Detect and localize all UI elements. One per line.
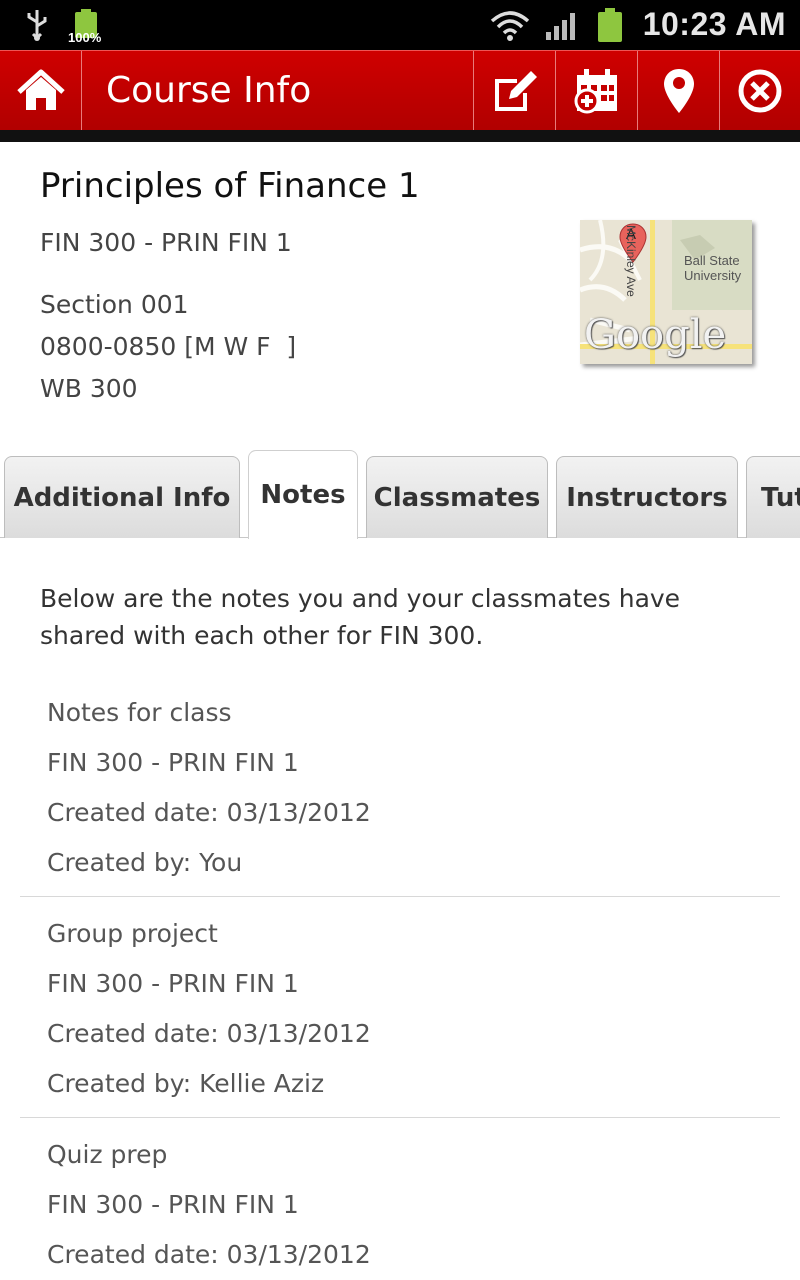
note-title: Group project (47, 919, 218, 948)
add-to-calendar-button[interactable] (556, 51, 637, 131)
map-street-label: McKinley Ave (624, 225, 638, 297)
home-button[interactable] (0, 51, 81, 131)
tab-additional-info[interactable]: Additional Info (4, 456, 240, 538)
notes-intro: Below are the notes you and your classma… (40, 584, 681, 650)
home-icon (16, 69, 65, 110)
add-calendar-icon (574, 69, 617, 114)
tab-tutors[interactable]: Tutors (746, 456, 800, 538)
note-item[interactable]: Quiz prep FIN 300 - PRIN FIN 1 Created d… (20, 1132, 780, 1280)
compose-note-icon (494, 71, 537, 111)
signal-icon (546, 13, 575, 40)
note-title: Notes for class (47, 698, 232, 727)
note-created-by: Created by: You (47, 848, 243, 877)
battery-icon (598, 8, 624, 42)
compose-note-button[interactable] (474, 51, 555, 131)
tab-classmates[interactable]: Classmates (366, 456, 548, 538)
close-button[interactable] (720, 51, 800, 131)
map-thumbnail[interactable]: A McKinley Ave Ball State University Goo… (580, 220, 752, 364)
course-title: Principles of Finance 1 (40, 166, 420, 206)
note-course: FIN 300 - PRIN FIN 1 (47, 969, 299, 998)
note-item[interactable]: Group project FIN 300 - PRIN FIN 1 Creat… (20, 911, 780, 1118)
map-place-label: Ball State University (684, 253, 742, 283)
clock: 10:23 AM (642, 6, 786, 42)
status-bar: 100% 10:23 AM (0, 0, 800, 50)
note-created-date: Created date: 03/13/2012 (47, 798, 371, 827)
usb-icon (27, 10, 47, 41)
note-item[interactable]: Notes for class FIN 300 - PRIN FIN 1 Cre… (20, 690, 780, 897)
wifi-icon (490, 11, 530, 41)
course-time: 0800-0850 [M W F ] (40, 332, 297, 361)
course-code: FIN 300 - PRIN FIN 1 (40, 228, 292, 257)
tab-instructors[interactable]: Instructors (556, 456, 738, 538)
divider (0, 130, 800, 142)
location-pin-icon (663, 69, 694, 113)
tab-notes[interactable]: Notes (248, 450, 358, 539)
battery-full-icon: 100% (68, 8, 104, 45)
course-room: WB 300 (40, 374, 138, 403)
battery-percent: 100% (68, 30, 102, 45)
action-bar: Course Info (0, 50, 800, 131)
tab-bar: Additional Info Notes Classmates Instruc… (0, 450, 800, 539)
close-icon (738, 69, 782, 113)
map-brand-logo: Google (584, 312, 727, 358)
note-created-by: Created by: Kellie Aziz (47, 1069, 325, 1098)
page-title: Course Info (106, 70, 312, 111)
course-section: Section 001 (40, 290, 189, 319)
location-button[interactable] (638, 51, 719, 131)
note-created-date: Created date: 03/13/2012 (47, 1019, 371, 1048)
note-created-date: Created date: 03/13/2012 (47, 1240, 371, 1269)
note-course: FIN 300 - PRIN FIN 1 (47, 748, 299, 777)
note-title: Quiz prep (47, 1140, 168, 1169)
note-course: FIN 300 - PRIN FIN 1 (47, 1190, 299, 1219)
